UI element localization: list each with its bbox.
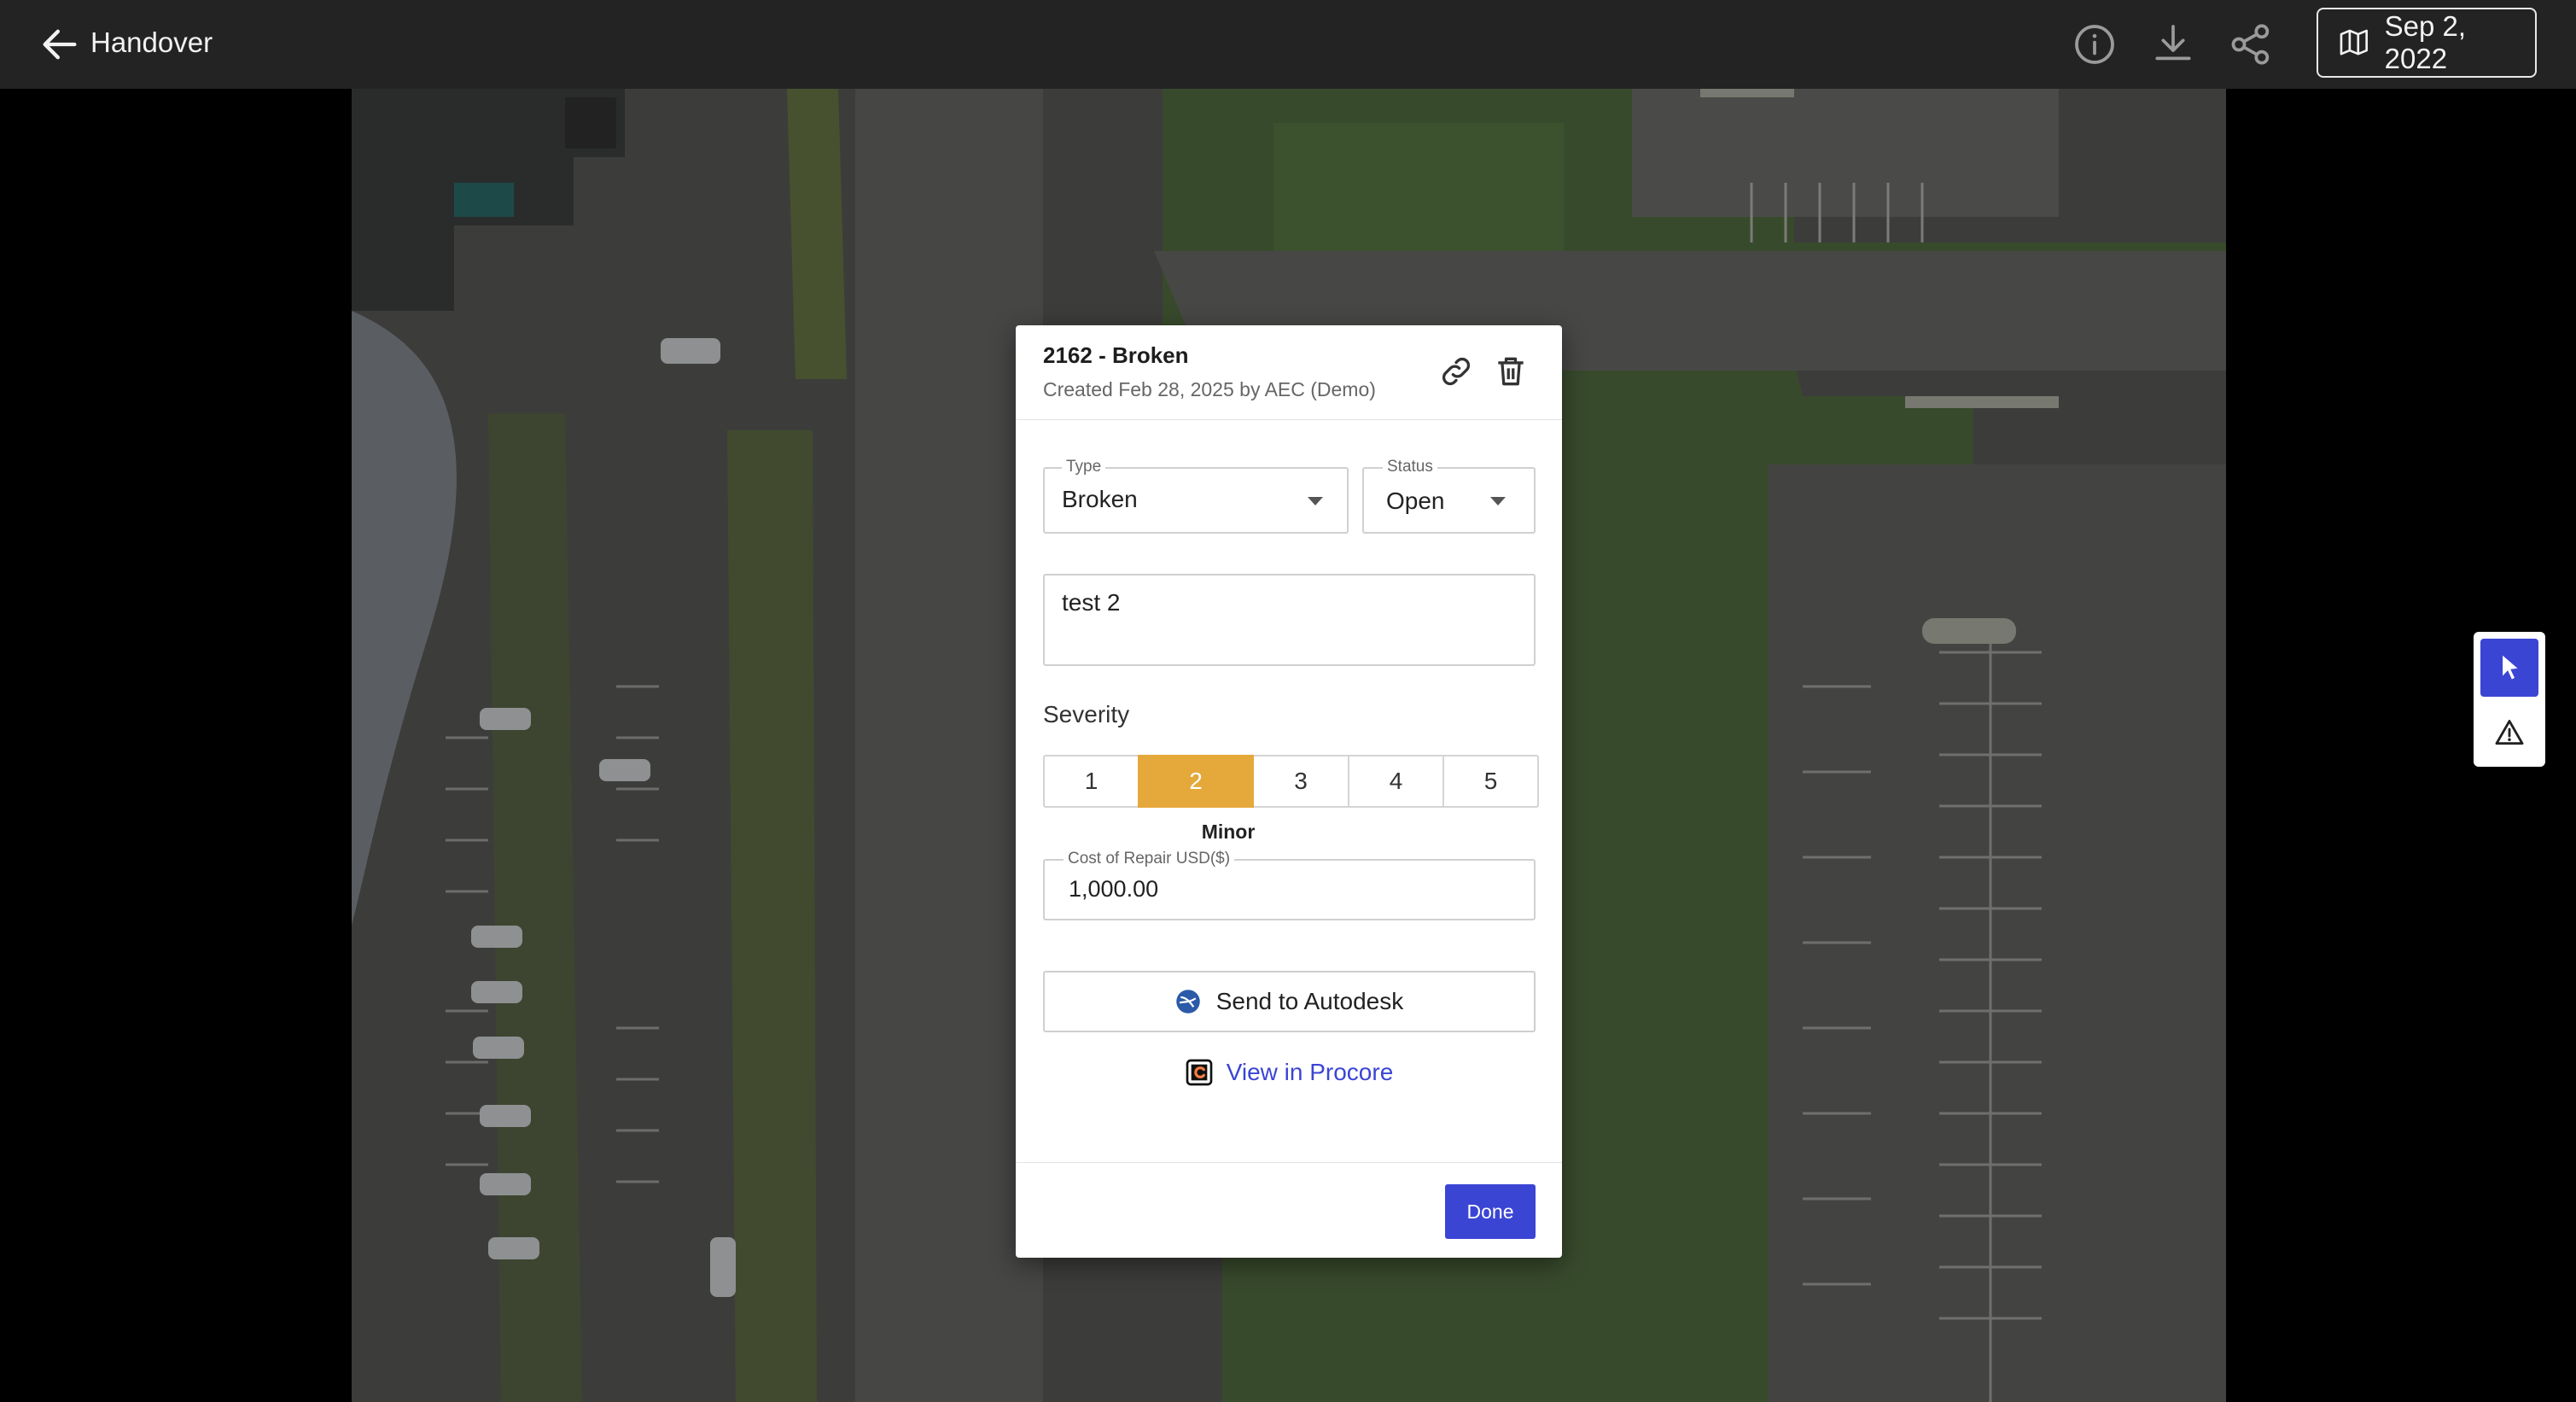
- info-button[interactable]: [2071, 20, 2118, 68]
- procore-logo-icon: [1186, 1059, 1213, 1086]
- severity-caption: Minor: [1201, 821, 1256, 843]
- arrow-left-icon: [43, 29, 77, 60]
- share-button[interactable]: [2227, 20, 2275, 68]
- delete-button[interactable]: [1492, 353, 1530, 390]
- view-in-procore-label: View in Procore: [1226, 1059, 1394, 1085]
- type-value: Broken: [1062, 486, 1138, 512]
- tool-palette: [2474, 632, 2545, 767]
- send-to-autodesk-label: Send to Autodesk: [1215, 988, 1404, 1014]
- share-icon: [2231, 24, 2270, 65]
- severity-option-1[interactable]: 1: [1043, 755, 1139, 808]
- select-tool-button[interactable]: [2480, 639, 2538, 697]
- type-select[interactable]: Type Broken: [1043, 459, 1349, 534]
- view-in-procore-link[interactable]: View in Procore: [1043, 1051, 1536, 1094]
- done-button[interactable]: Done: [1445, 1184, 1536, 1239]
- status-value: Open: [1386, 488, 1445, 514]
- cost-label: Cost of Repair USD($): [1064, 850, 1235, 867]
- top-bar: Handover Sep 2, 2022: [0, 0, 2576, 89]
- cursor-icon: [2503, 655, 2518, 680]
- description-value: test 2: [1062, 589, 1121, 616]
- dialog-header: 2162 - Broken Created Feb 28, 2025 by AE…: [1016, 325, 1562, 420]
- severity-option-5[interactable]: 5: [1442, 755, 1539, 808]
- download-icon: [2155, 25, 2191, 61]
- type-label: Type: [1062, 459, 1106, 476]
- copy-link-button[interactable]: [1437, 353, 1475, 390]
- chevron-down-icon: [1490, 497, 1506, 505]
- trash-icon: [1498, 357, 1524, 386]
- severity-option-2[interactable]: 2: [1138, 755, 1254, 808]
- date-label: Sep 2, 2022: [2384, 10, 2467, 74]
- link-icon: [1442, 357, 1471, 386]
- back-button[interactable]: [38, 22, 82, 67]
- footer-divider: [1016, 1162, 1562, 1163]
- date-selector-button[interactable]: Sep 2, 2022: [2317, 8, 2537, 78]
- status-select[interactable]: Status Open: [1362, 459, 1536, 534]
- map-icon: [2340, 29, 2369, 55]
- issue-created-info: Created Feb 28, 2025 by AEC (Demo): [1043, 378, 1376, 400]
- chevron-down-icon: [1308, 497, 1323, 505]
- issue-title: 2162 - Broken: [1043, 342, 1189, 368]
- issue-dialog: 2162 - Broken Created Feb 28, 2025 by AE…: [1016, 325, 1562, 1258]
- status-label: Status: [1383, 459, 1437, 476]
- severity-selector: 1 2 3 4 5: [1043, 755, 1539, 808]
- autodesk-logo-icon: [1175, 990, 1200, 1014]
- info-icon: [2075, 25, 2114, 64]
- severity-option-3[interactable]: 3: [1252, 755, 1349, 808]
- warning-triangle-icon: [2495, 720, 2524, 745]
- issue-tool-button[interactable]: [2480, 704, 2538, 762]
- cost-value: 1,000.00: [1069, 876, 1159, 902]
- cost-of-repair-field[interactable]: Cost of Repair USD($) 1,000.00: [1043, 850, 1536, 920]
- page-title: Handover: [90, 26, 213, 58]
- send-to-autodesk-button[interactable]: Send to Autodesk: [1043, 971, 1536, 1032]
- severity-label: Severity: [1043, 701, 1130, 727]
- download-button[interactable]: [2149, 20, 2197, 68]
- severity-option-4[interactable]: 4: [1348, 755, 1444, 808]
- description-textarea[interactable]: test 2: [1043, 574, 1536, 666]
